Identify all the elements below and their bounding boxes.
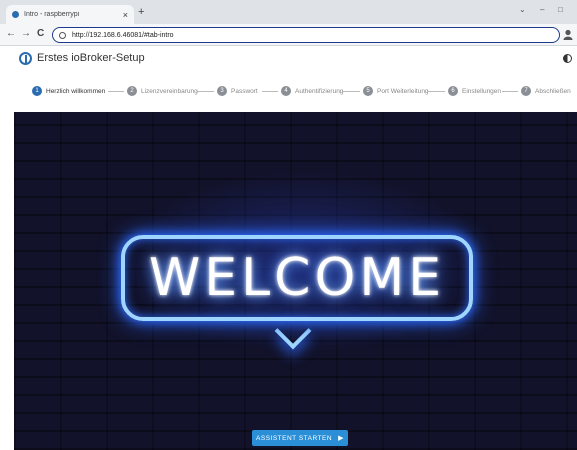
profile-icon[interactable] [563, 29, 573, 40]
step-label: Abschließen [535, 87, 571, 95]
iobroker-logo-icon [19, 52, 32, 65]
site-info-icon[interactable] [59, 31, 66, 39]
favicon-icon [12, 11, 19, 18]
step-label: Einstellungen [462, 87, 502, 95]
tab-title: Intro - raspberrypi [24, 11, 80, 18]
page-title: Erstes ioBroker-Setup [37, 52, 145, 64]
step-settings[interactable]: 6 Einstellungen [448, 86, 501, 96]
step-number: 3 [217, 86, 227, 96]
step-authentication[interactable]: 4 Authentifizierung [281, 86, 343, 96]
step-connector [108, 91, 124, 92]
minimize-button[interactable]: – [540, 5, 544, 14]
url-text: http://192.168.6.46081/#tab-intro [72, 31, 174, 39]
step-number: 4 [281, 86, 291, 96]
step-license[interactable]: 2 Lizenzvereinbarung [127, 86, 198, 96]
step-label: Lizenzvereinbarung [141, 87, 198, 95]
browser-tab-bar: Intro - raspberrypi × + ⌄ – □ [0, 0, 577, 24]
step-connector [502, 91, 518, 92]
step-label: Port Weiterleitung [377, 87, 429, 95]
setup-stepper: 1 Herzlich willkommen 2 Lizenzvereinbaru… [0, 82, 577, 104]
play-icon: ▶ [338, 435, 344, 442]
welcome-hero-image: WELCOME [14, 112, 577, 450]
step-connector [428, 91, 445, 92]
step-finish[interactable]: 7 Abschließen [521, 86, 571, 96]
step-port-forwarding[interactable]: 5 Port Weiterleitung [363, 86, 429, 96]
theme-toggle-icon[interactable] [563, 54, 572, 63]
step-connector [262, 91, 278, 92]
step-label: Authentifizierung [295, 87, 344, 95]
step-label: Passwort [231, 87, 258, 95]
back-button[interactable]: ← [6, 28, 16, 39]
forward-button[interactable]: → [21, 28, 31, 39]
step-number: 5 [363, 86, 373, 96]
step-label: Herzlich willkommen [46, 87, 106, 95]
start-button-label: ASSISTENT STARTEN [256, 434, 333, 442]
maximize-button[interactable]: □ [558, 5, 563, 14]
step-connector [343, 91, 360, 92]
step-number: 1 [32, 86, 42, 96]
tab-close-icon[interactable]: × [123, 10, 128, 20]
welcome-neon-text: WELCOME [148, 248, 446, 308]
step-number: 2 [127, 86, 137, 96]
step-number: 6 [448, 86, 458, 96]
start-assistant-button[interactable]: ASSISTENT STARTEN ▶ [252, 430, 348, 446]
reload-button[interactable]: C [37, 28, 44, 39]
step-welcome[interactable]: 1 Herzlich willkommen [32, 86, 105, 96]
step-number: 7 [521, 86, 531, 96]
browser-address-bar: ← → C http://192.168.6.46081/#tab-intro [0, 24, 577, 46]
step-password[interactable]: 3 Passwort [217, 86, 258, 96]
browser-tab[interactable]: Intro - raspberrypi × [6, 5, 134, 24]
step-connector [197, 91, 214, 92]
url-input[interactable]: http://192.168.6.46081/#tab-intro [52, 27, 560, 43]
new-tab-button[interactable]: + [138, 6, 144, 18]
tab-search-icon[interactable]: ⌄ [519, 5, 526, 14]
